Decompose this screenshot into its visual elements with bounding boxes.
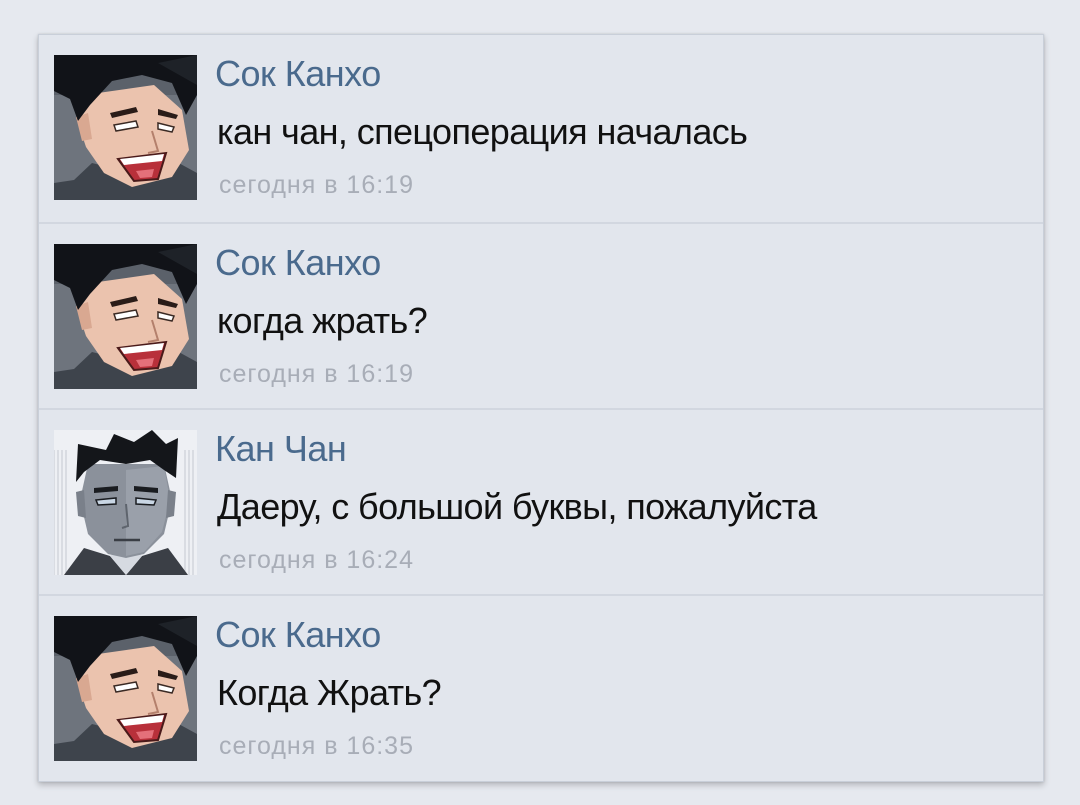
author-name[interactable]: Кан Чан — [215, 428, 347, 470]
message-item[interactable]: Сок Канхо когда жрать? сегодня в 16:19 — [39, 222, 1043, 408]
laughing-man-avatar-icon[interactable] — [54, 616, 197, 761]
message-text: когда жрать? — [217, 300, 428, 341]
message-text: Даеру, с большой буквы, пожалуйста — [217, 486, 817, 527]
message-item[interactable]: Сок Канхо кан чан, спецоперация началась… — [39, 35, 1043, 221]
messages-panel: Сок Канхо кан чан, спецоперация началась… — [38, 34, 1044, 782]
message-text: кан чан, спецоперация началась — [217, 111, 748, 152]
author-name[interactable]: Сок Канхо — [215, 242, 381, 284]
message-item[interactable]: Кан Чан Даеру, с большой буквы, пожалуйс… — [39, 408, 1043, 594]
message-text: Когда Жрать? — [217, 672, 442, 713]
author-name[interactable]: Сок Канхо — [215, 614, 381, 656]
laughing-man-avatar-icon[interactable] — [54, 55, 197, 200]
message-timestamp: сегодня в 16:24 — [219, 546, 414, 574]
message-item[interactable]: Сок Канхо Когда Жрать? сегодня в 16:35 — [39, 594, 1043, 780]
message-timestamp: сегодня в 16:19 — [219, 171, 414, 199]
author-name[interactable]: Сок Канхо — [215, 53, 381, 95]
laughing-man-avatar-icon[interactable] — [54, 244, 197, 389]
serious-man-avatar-icon[interactable] — [54, 430, 197, 575]
message-timestamp: сегодня в 16:35 — [219, 732, 414, 760]
message-timestamp: сегодня в 16:19 — [219, 360, 414, 388]
